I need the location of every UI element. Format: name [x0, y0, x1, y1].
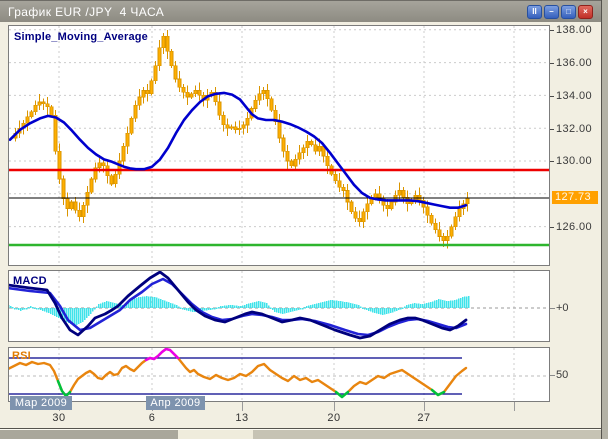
window-controls: II – □ × — [527, 5, 593, 19]
time-tick-mark — [514, 402, 515, 411]
month-badge: Апр 2009 — [146, 396, 205, 410]
price-tick-mark — [550, 129, 554, 130]
indicator-label-macd: MACD — [13, 275, 47, 287]
date-label: 13 — [235, 412, 248, 424]
macd-zero-tick — [550, 308, 555, 310]
rsi-mid-tick — [550, 375, 555, 377]
close-icon: × — [583, 8, 588, 16]
month-badge: Мар 2009 — [10, 396, 72, 410]
price-tick-mark — [550, 63, 554, 64]
price-tick-label: 134.00 — [556, 90, 592, 102]
date-label: 6 — [149, 412, 156, 424]
pause-icon: II — [532, 8, 536, 16]
time-tick-mark — [334, 402, 335, 411]
rsi-chart-svg[interactable] — [9, 348, 549, 401]
price-tick-mark — [550, 96, 554, 97]
bottom-strip-left — [0, 430, 178, 439]
close-button[interactable]: × — [578, 5, 593, 19]
price-tick-label: 136.00 — [556, 57, 592, 69]
maximize-icon: □ — [566, 8, 571, 16]
minimize-button[interactable]: – — [544, 5, 559, 19]
indicator-label-sma: Simple_Moving_Average — [14, 31, 148, 43]
window-titlebar[interactable]: График EUR /JPY 4 ЧАСА II – □ × — [0, 0, 601, 22]
price-tick-mark — [550, 30, 554, 31]
bottom-strip-middle — [178, 430, 253, 439]
price-tick-label: 138.00 — [556, 24, 592, 36]
time-tick-mark — [424, 402, 425, 411]
price-tick-mark — [550, 227, 554, 228]
bottom-strip-right — [253, 430, 601, 439]
rsi-mid-label: 50 — [556, 369, 568, 381]
price-chart-panel[interactable]: Simple_Moving_Average — [8, 25, 550, 266]
pause-button[interactable]: II — [527, 5, 542, 19]
indicator-label-rsi: RSI — [12, 350, 31, 362]
price-tick-label: 130.00 — [556, 155, 592, 167]
chart-window: График EUR /JPY 4 ЧАСА II – □ × Simple_M… — [0, 0, 608, 439]
current-price-badge: 127.73 — [552, 191, 598, 204]
date-label: 20 — [327, 412, 340, 424]
macd-panel[interactable]: MACD — [8, 270, 550, 342]
price-tick-label: 132.00 — [556, 123, 592, 135]
date-label: 27 — [417, 412, 430, 424]
price-tick-label: 126.00 — [556, 221, 592, 233]
window-right-edge — [601, 0, 608, 439]
macd-chart-svg[interactable] — [9, 271, 549, 341]
macd-zero-label: +0 — [556, 302, 569, 314]
price-chart-svg[interactable] — [9, 26, 549, 265]
window-title: График EUR /JPY 4 ЧАСА — [8, 5, 164, 19]
price-tick-mark — [550, 161, 554, 162]
time-tick-mark — [242, 402, 243, 411]
rsi-panel[interactable]: RSI — [8, 347, 550, 402]
date-label: 30 — [52, 412, 65, 424]
maximize-button[interactable]: □ — [561, 5, 576, 19]
minimize-icon: – — [549, 8, 553, 16]
